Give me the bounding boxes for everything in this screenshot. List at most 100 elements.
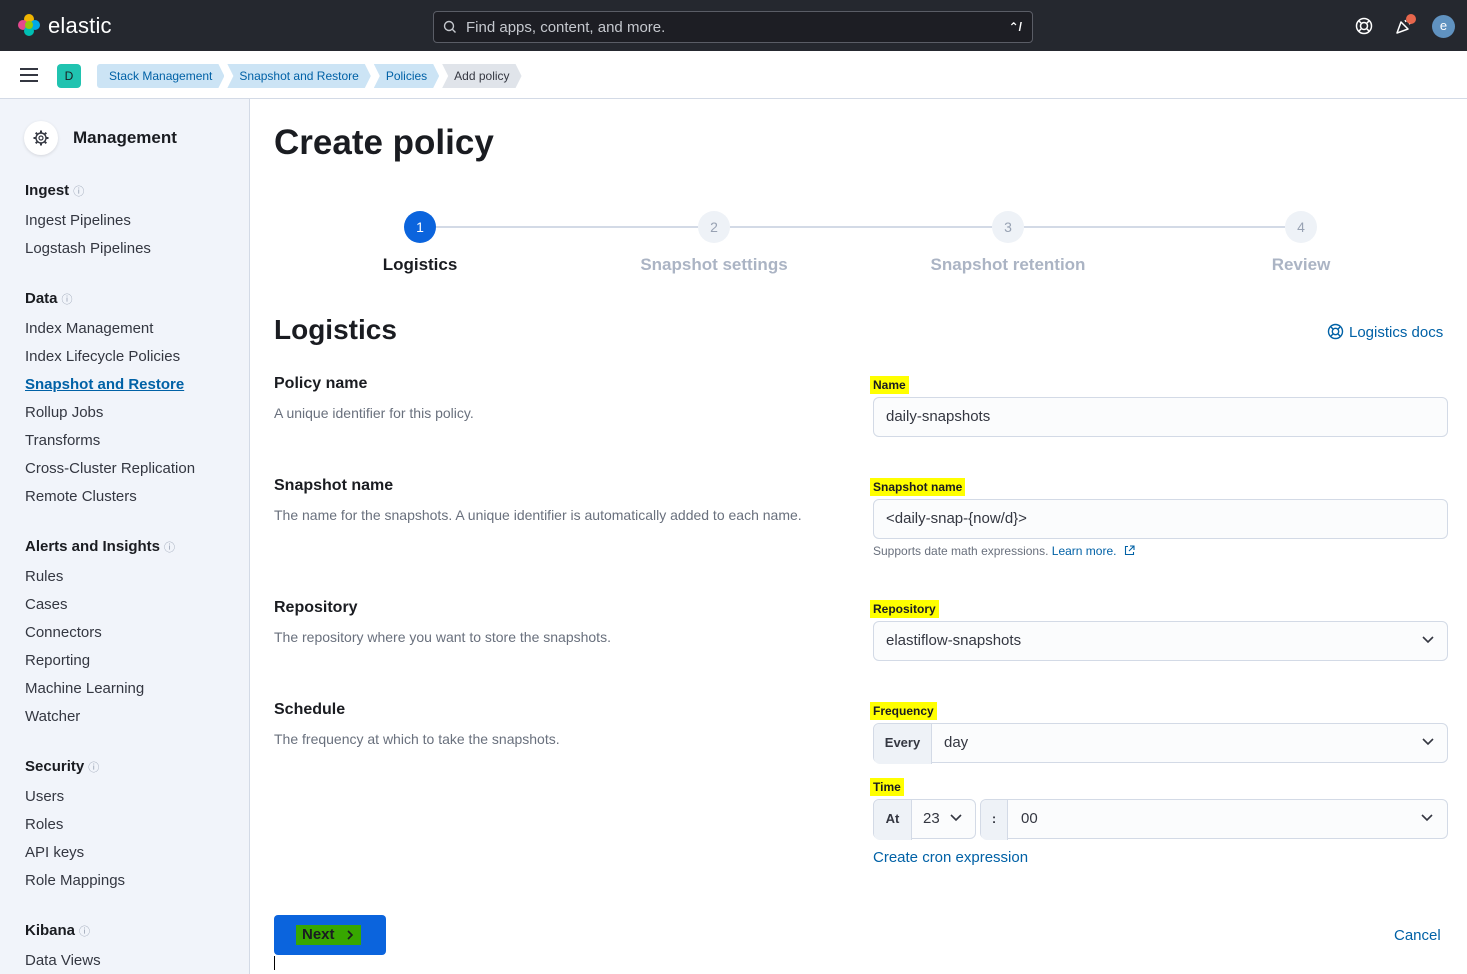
policy-name-description: A unique identifier for this policy.	[274, 405, 474, 421]
breadcrumb-stack-management[interactable]: Stack Management	[97, 64, 224, 88]
sidebar-item-connectors[interactable]: Connectors	[25, 624, 102, 641]
chevron-right-icon	[347, 930, 353, 940]
breadcrumb-snapshot-and-restore[interactable]: Snapshot and Restore	[227, 64, 370, 88]
search-icon	[443, 20, 456, 33]
sidebar-item-users[interactable]: Users	[25, 788, 64, 805]
sidebar-item-machine-learning[interactable]: Machine Learning	[25, 680, 144, 697]
sidebar-item-role-mappings[interactable]: Role Mappings	[25, 872, 125, 889]
name-field-label: Name	[870, 376, 909, 394]
step-4-label[interactable]: Review	[1201, 255, 1401, 275]
breadcrumb-bar: D Stack Management Snapshot and Restore …	[0, 51, 1467, 99]
nav-group-security: Security ⓘ	[25, 758, 99, 775]
snapshot-name-field-label: Snapshot name	[870, 478, 966, 496]
nav-group-alerts-and-insights: Alerts and Insights ⓘ	[25, 538, 175, 555]
snapshot-name-help: Supports date math expressions. Learn mo…	[873, 544, 1135, 558]
snapshot-name-title: Snapshot name	[274, 477, 394, 494]
learn-more-link[interactable]: Learn more.	[1052, 544, 1135, 558]
step-connector	[436, 226, 698, 228]
frequency-prepend: Every	[874, 724, 932, 764]
info-icon: ⓘ	[164, 542, 176, 554]
sidebar-item-cases[interactable]: Cases	[25, 596, 68, 613]
search-shortcut-hint: ⌃/	[1008, 20, 1022, 34]
sidebar-item-cross-cluster-replication[interactable]: Cross-Cluster Replication	[25, 460, 195, 477]
breadcrumb-add-policy: Add policy	[442, 64, 521, 88]
info-icon: ⓘ	[88, 762, 100, 774]
nav-group-ingest: Ingest ⓘ	[25, 182, 84, 199]
user-avatar[interactable]: e	[1432, 15, 1455, 38]
notification-dot	[1406, 14, 1416, 24]
repository-select[interactable]: elastiflow-snapshots	[873, 621, 1448, 661]
chevron-down-icon	[1421, 814, 1433, 822]
nav-group-label: Security	[25, 758, 85, 775]
sidebar-item-index-management[interactable]: Index Management	[25, 320, 153, 337]
frequency-select[interactable]: Every day	[873, 723, 1448, 764]
logistics-docs-link[interactable]: Logistics docs	[1327, 323, 1443, 341]
sidebar-item-data-views[interactable]: Data Views	[25, 952, 101, 969]
page-title: Create policy	[274, 123, 494, 162]
nav-group-label: Data	[25, 290, 58, 307]
brand-name[interactable]: elastic	[48, 13, 112, 39]
global-search-input[interactable]: Find apps, content, and more. ⌃/	[433, 11, 1033, 43]
management-gear-icon	[24, 121, 58, 155]
breadcrumb-policies[interactable]: Policies	[374, 64, 439, 88]
hour-select[interactable]: At 23	[873, 799, 976, 840]
minute-select[interactable]: : 00	[980, 799, 1448, 840]
time-separator: :	[981, 800, 1008, 840]
step-connector	[730, 226, 992, 228]
step-4-number[interactable]: 4	[1285, 211, 1317, 243]
snapshot-name-description: The name for the snapshots. A unique ide…	[274, 507, 802, 523]
repository-title: Repository	[274, 599, 358, 616]
sidebar-item-snapshot-and-restore[interactable]: Snapshot and Restore	[25, 376, 184, 393]
step-2-number[interactable]: 2	[698, 211, 730, 243]
external-link-icon	[1124, 545, 1135, 556]
sidebar-item-index-lifecycle-policies[interactable]: Index Lifecycle Policies	[25, 348, 180, 365]
sidebar-item-api-keys[interactable]: API keys	[25, 844, 84, 861]
sidebar-item-reporting[interactable]: Reporting	[25, 652, 90, 669]
sidebar-item-remote-clusters[interactable]: Remote Clusters	[25, 488, 137, 505]
sidebar-title: Management	[73, 128, 177, 147]
management-sidebar: Management Ingest ⓘ Ingest Pipelines Logs…	[0, 99, 250, 974]
chevron-down-icon	[1422, 738, 1434, 746]
info-icon: ⓘ	[61, 294, 73, 306]
step-2-label[interactable]: Snapshot settings	[614, 255, 814, 275]
repository-field-label: Repository	[870, 600, 939, 618]
create-cron-expression-link[interactable]: Create cron expression	[873, 849, 1028, 866]
policy-name-title: Policy name	[274, 375, 368, 392]
frequency-selected-value: day	[944, 734, 969, 751]
nav-group-label: Kibana	[25, 922, 76, 939]
sidebar-item-transforms[interactable]: Transforms	[25, 432, 100, 449]
next-button-label: Next	[302, 926, 335, 943]
help-text: Supports date math expressions.	[873, 544, 1049, 558]
cancel-button[interactable]: Cancel	[1394, 927, 1441, 944]
sidebar-item-rollup-jobs[interactable]: Rollup Jobs	[25, 404, 103, 421]
policy-name-input[interactable]: daily-snapshots	[873, 397, 1448, 437]
search-placeholder: Find apps, content, and more.	[466, 19, 666, 36]
section-title: Logistics	[274, 314, 397, 345]
nav-group-kibana: Kibana ⓘ	[25, 922, 90, 939]
sidebar-item-watcher[interactable]: Watcher	[25, 708, 80, 725]
sidebar-item-roles[interactable]: Roles	[25, 816, 63, 833]
help-docs-icon	[1327, 323, 1344, 340]
schedule-description: The frequency at which to take the snaps…	[274, 731, 560, 747]
sidebar-item-logstash-pipelines[interactable]: Logstash Pipelines	[25, 240, 151, 257]
snapshot-name-input[interactable]: <daily-snap-{now/d}>	[873, 499, 1448, 539]
schedule-title: Schedule	[274, 701, 346, 718]
menu-toggle-icon[interactable]	[20, 68, 38, 82]
next-button[interactable]: Next	[274, 915, 386, 955]
help-icon[interactable]	[1354, 16, 1374, 36]
sidebar-item-rules[interactable]: Rules	[25, 568, 63, 585]
step-1-label[interactable]: Logistics	[320, 255, 520, 275]
text-cursor	[274, 956, 275, 970]
sidebar-item-ingest-pipelines[interactable]: Ingest Pipelines	[25, 212, 131, 229]
time-prepend: At	[874, 800, 912, 840]
step-1-number[interactable]: 1	[404, 211, 436, 243]
step-3-label[interactable]: Snapshot retention	[908, 255, 1108, 275]
nav-group-label: Alerts and Insights	[25, 538, 161, 555]
step-3-number[interactable]: 3	[992, 211, 1024, 243]
breadcrumb: Stack Management Snapshot and Restore Po…	[97, 64, 525, 88]
chevron-down-icon	[950, 814, 962, 822]
space-avatar[interactable]: D	[57, 64, 81, 88]
elastic-logo-icon[interactable]	[17, 13, 41, 37]
nav-group-data: Data ⓘ	[25, 290, 73, 307]
learn-more-label: Learn more.	[1051, 544, 1117, 558]
